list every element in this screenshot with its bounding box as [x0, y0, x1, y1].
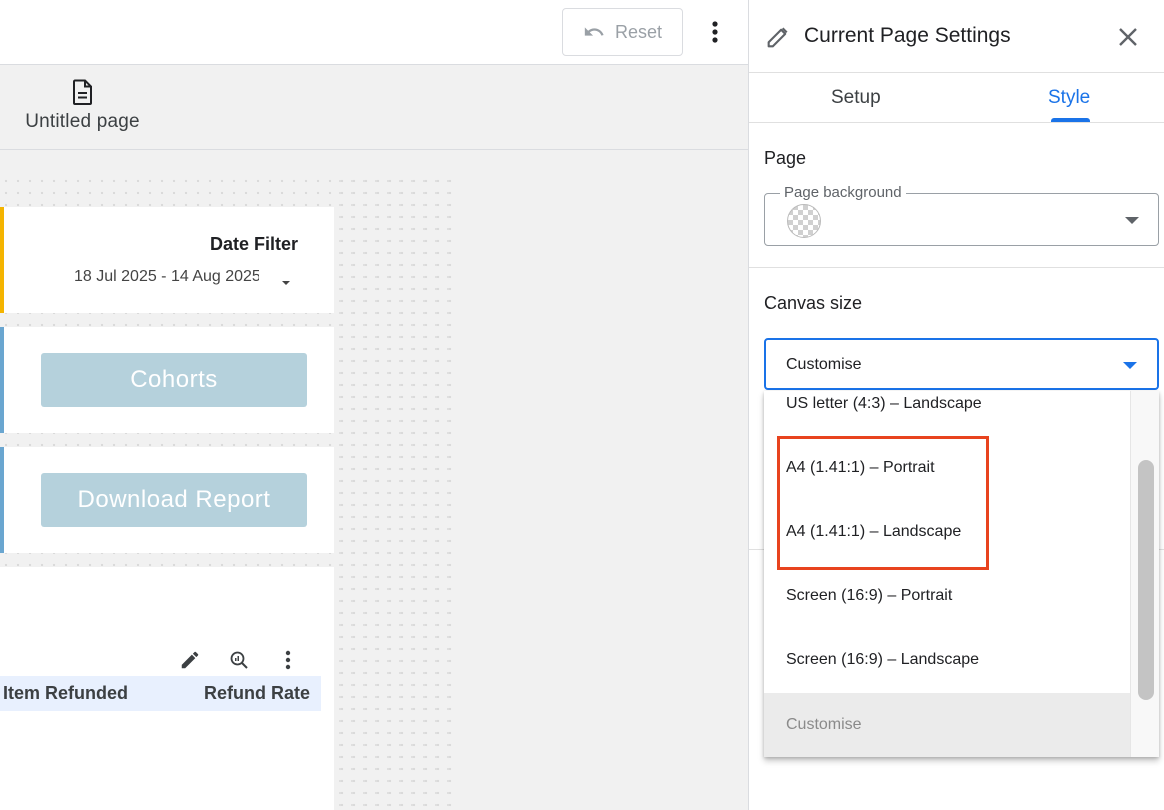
pencil-icon	[767, 27, 788, 48]
option-customise[interactable]: Customise	[764, 693, 1130, 757]
page-background-selector[interactable]: Page background	[764, 184, 1159, 246]
dropdown-scrollbar-track[interactable]	[1130, 391, 1159, 757]
pencil-icon[interactable]	[175, 645, 205, 675]
column-header-item-refunded[interactable]: ​‹ Item Refunded	[0, 683, 128, 704]
panel-tabs: Setup Style	[749, 73, 1164, 123]
dropdown-scrollbar-thumb[interactable]	[1138, 460, 1154, 700]
document-icon	[72, 79, 92, 105]
a4-options-highlight	[777, 436, 989, 570]
table-chart[interactable]: ​‹ Item Refunded Refund Rate	[0, 567, 334, 810]
undo-icon	[584, 27, 604, 36]
download-card: Download Report	[0, 447, 334, 553]
active-tab-indicator	[1051, 118, 1090, 122]
table-header-row: ​‹ Item Refunded Refund Rate	[0, 676, 321, 711]
cohorts-button[interactable]: Cohorts	[41, 353, 307, 407]
cohorts-card: Cohorts	[0, 327, 334, 433]
panel-header: Current Page Settings	[749, 0, 1164, 73]
page-tab-label: Untitled page	[25, 111, 140, 132]
date-filter-control[interactable]: Date Filter 18 Jul 2025 - 14 Aug 2025	[0, 207, 334, 313]
page-settings-panel: Current Page Settings Setup Style Page P…	[748, 0, 1164, 810]
more-vert-icon[interactable]	[273, 645, 303, 675]
tab-setup[interactable]: Setup	[831, 87, 881, 109]
reset-label: Reset	[614, 21, 663, 42]
date-filter-title: Date Filter	[209, 234, 298, 254]
explore-icon[interactable]	[224, 645, 254, 675]
top-toolbar: Reset	[0, 0, 748, 65]
canvas-size-heading: Canvas size	[764, 293, 863, 313]
page-background-label: Page background	[780, 184, 906, 201]
dropdown-caret-icon[interactable]	[282, 281, 290, 285]
page-tab-untitled[interactable]: Untitled page	[0, 65, 165, 149]
tab-style[interactable]: Style	[1048, 87, 1090, 109]
option-us-letter-landscape[interactable]: US letter (4:3) – Landscape	[764, 391, 1130, 436]
option-screen-landscape[interactable]: Screen (16:9) – Landscape	[764, 628, 1130, 692]
date-range-value[interactable]: 18 Jul 2025 - 14 Aug 2025	[74, 268, 259, 286]
canvas-size-select[interactable]: Customise	[764, 338, 1159, 390]
page-navigation-bar: Untitled page	[0, 65, 748, 150]
option-screen-portrait[interactable]: Screen (16:9) – Portrait	[764, 564, 1130, 628]
chevron-down-icon[interactable]	[1123, 362, 1137, 369]
canvas-grid-right	[334, 175, 454, 810]
column-header-refund-rate[interactable]: Refund Rate	[204, 683, 310, 704]
canvas-size-value: Customise	[786, 356, 862, 373]
page-section-heading: Page	[764, 148, 807, 168]
reset-button[interactable]: Reset	[562, 8, 683, 56]
download-report-button[interactable]: Download Report	[41, 473, 307, 527]
more-vert-icon[interactable]	[702, 14, 728, 50]
transparent-color-swatch[interactable]	[787, 204, 821, 238]
panel-title: Current Page Settings	[804, 24, 1011, 47]
close-icon[interactable]	[1113, 22, 1143, 52]
divider	[749, 267, 1164, 268]
chevron-down-icon[interactable]	[1125, 217, 1139, 224]
